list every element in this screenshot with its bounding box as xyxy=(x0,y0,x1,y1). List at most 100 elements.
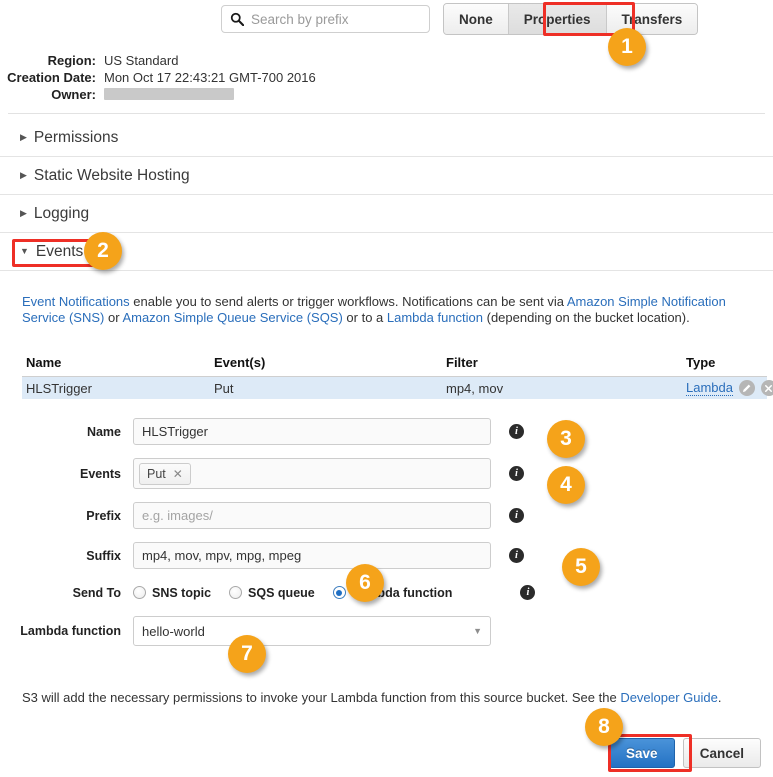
desc-text-2: or xyxy=(104,309,123,325)
link-lambda-function[interactable]: Lambda function xyxy=(387,310,483,325)
radio-label-sqs: SQS queue xyxy=(248,585,315,600)
prefix-input[interactable]: e.g. images/ xyxy=(133,502,491,529)
delete-icon[interactable] xyxy=(760,380,773,396)
link-sqs[interactable]: Amazon Simple Queue Service (SQS) xyxy=(122,310,342,325)
column-header-name: Name xyxy=(26,355,62,370)
button-properties[interactable]: Properties xyxy=(508,4,607,34)
radio-option-sns-topic[interactable]: SNS topic xyxy=(133,586,211,600)
annotation-badge-4: 4 xyxy=(547,466,585,504)
view-mode-button-group: None Properties Transfers xyxy=(443,3,699,35)
info-icon-suffix[interactable]: i xyxy=(509,548,524,563)
suffix-input[interactable]: mp4, mov, mpv, mpg, mpeg xyxy=(133,542,491,569)
annotation-badge-3: 3 xyxy=(547,420,585,458)
bucket-info-row-creation-date: Creation Date: Mon Oct 17 22:43:21 GMT-7… xyxy=(0,69,773,86)
lambda-function-selected-value: hello-world xyxy=(142,623,205,639)
radio-option-sqs-queue[interactable]: SQS queue xyxy=(229,586,315,600)
cell-name: HLSTrigger xyxy=(26,380,92,396)
redaction-bar xyxy=(104,88,234,100)
tag-label: Put xyxy=(147,466,166,481)
bucket-info-row-region: Region: US Standard xyxy=(0,52,773,69)
info-icon-prefix[interactable]: i xyxy=(509,508,524,523)
link-lambda-type[interactable]: Lambda xyxy=(686,380,733,396)
radio-icon-lambda xyxy=(332,586,346,599)
name-input[interactable]: HLSTrigger xyxy=(133,418,491,445)
accordion-label-static-website-hosting: Static Website Hosting xyxy=(33,166,190,184)
send-to-radio-group: SNS topic SQS queue Lambda function xyxy=(133,586,470,600)
note-text: S3 will add the necessary permissions to… xyxy=(22,690,621,705)
label-name: Name xyxy=(86,424,121,439)
form-row-prefix: Prefix e.g. images/ i xyxy=(0,502,773,529)
cell-type: Lambda xyxy=(686,380,773,396)
region-value: US Standard xyxy=(104,53,179,68)
chevron-down-icon: ▼ xyxy=(20,246,29,256)
info-icon-events[interactable]: i xyxy=(509,466,524,481)
chevron-right-icon: ▶ xyxy=(20,170,27,180)
label-prefix: Prefix xyxy=(86,508,121,523)
annotation-badge-8: 8 xyxy=(585,708,623,746)
cell-filter: mp4, mov xyxy=(446,380,504,396)
divider xyxy=(8,113,765,114)
owner-value-redacted xyxy=(104,86,234,103)
events-panel: Event Notifications enable you to send a… xyxy=(0,272,773,325)
form-row-lambda-function: Lambda function hello-world ▼ xyxy=(0,616,773,646)
events-description: Event Notifications enable you to send a… xyxy=(0,272,760,325)
link-developer-guide[interactable]: Developer Guide xyxy=(620,690,718,705)
chevron-right-icon: ▶ xyxy=(20,208,27,218)
table-header-row: Name Event(s) Filter Type xyxy=(22,355,767,376)
cell-events: Put xyxy=(214,380,234,396)
search-input[interactable]: Search by prefix xyxy=(221,5,430,33)
desc-text-3: or to a xyxy=(342,309,387,325)
table-row[interactable]: HLSTrigger Put mp4, mov Lambda xyxy=(22,377,773,399)
form-row-suffix: Suffix mp4, mov, mpv, mpg, mpeg i xyxy=(0,542,773,569)
s3-bucket-properties-screen: Search by prefix None Properties Transfe… xyxy=(0,0,773,777)
radio-label-sns: SNS topic xyxy=(152,585,212,600)
column-header-type: Type xyxy=(686,355,716,370)
label-lambda-function: Lambda function xyxy=(20,624,121,638)
event-notification-form: Name HLSTrigger i Events Put ✕ i Prefix … xyxy=(0,418,773,659)
notifications-table: Name Event(s) Filter Type HLSTrigger Put… xyxy=(22,355,773,399)
top-toolbar: Search by prefix None Properties Transfe… xyxy=(0,0,773,46)
owner-label: Owner: xyxy=(51,87,96,102)
desc-text-4: (depending on the bucket location). xyxy=(483,309,690,325)
cancel-button[interactable]: Cancel xyxy=(682,738,761,768)
chevron-right-icon: ▶ xyxy=(20,132,27,142)
search-icon xyxy=(230,12,245,27)
annotation-badge-7: 7 xyxy=(228,635,266,673)
label-send-to: Send To xyxy=(72,585,121,600)
accordion-label-logging: Logging xyxy=(33,204,90,222)
permissions-note: S3 will add the necessary permissions to… xyxy=(22,690,752,706)
radio-icon-sqs xyxy=(229,586,243,599)
creation-date-value: Mon Oct 17 22:43:21 GMT-700 2016 xyxy=(104,70,316,85)
column-header-filter: Filter xyxy=(446,355,478,370)
radio-icon-sns xyxy=(133,586,146,599)
column-header-events: Event(s) xyxy=(214,355,266,370)
annotation-badge-1: 1 xyxy=(608,28,646,66)
annotation-badge-6: 6 xyxy=(346,564,384,602)
note-tail: . xyxy=(717,690,722,705)
form-action-buttons: Save Cancel xyxy=(608,738,761,768)
bucket-info-row-owner: Owner: xyxy=(0,86,773,103)
form-row-events: Events Put ✕ i xyxy=(0,458,773,489)
label-events: Events xyxy=(80,466,121,481)
accordion-label-events: Events xyxy=(35,242,84,260)
desc-text-1: enable you to send alerts or trigger wor… xyxy=(129,294,567,309)
chevron-down-icon: ▼ xyxy=(473,626,482,636)
tag-put[interactable]: Put ✕ xyxy=(139,462,191,485)
sidebar-item-static-website-hosting[interactable]: ▶ Static Website Hosting xyxy=(0,157,773,195)
link-event-notifications[interactable]: Event Notifications xyxy=(22,294,130,309)
edit-icon[interactable] xyxy=(738,380,755,396)
annotation-badge-5: 5 xyxy=(562,548,600,586)
info-icon-send-to[interactable]: i xyxy=(520,585,536,600)
region-label: Region: xyxy=(47,53,96,68)
events-tag-input[interactable]: Put ✕ xyxy=(133,458,491,489)
button-none[interactable]: None xyxy=(444,4,509,34)
sidebar-item-logging[interactable]: ▶ Logging xyxy=(0,195,773,233)
form-row-name: Name HLSTrigger i xyxy=(0,418,773,445)
tag-remove-icon[interactable]: ✕ xyxy=(173,467,183,481)
annotation-badge-2: 2 xyxy=(84,232,122,270)
bucket-info-block: Region: US Standard Creation Date: Mon O… xyxy=(0,52,773,103)
info-icon-name[interactable]: i xyxy=(509,424,524,439)
save-button[interactable]: Save xyxy=(608,738,675,768)
lambda-function-select[interactable]: hello-world ▼ xyxy=(133,616,491,646)
sidebar-item-permissions[interactable]: ▶ Permissions xyxy=(0,119,773,157)
